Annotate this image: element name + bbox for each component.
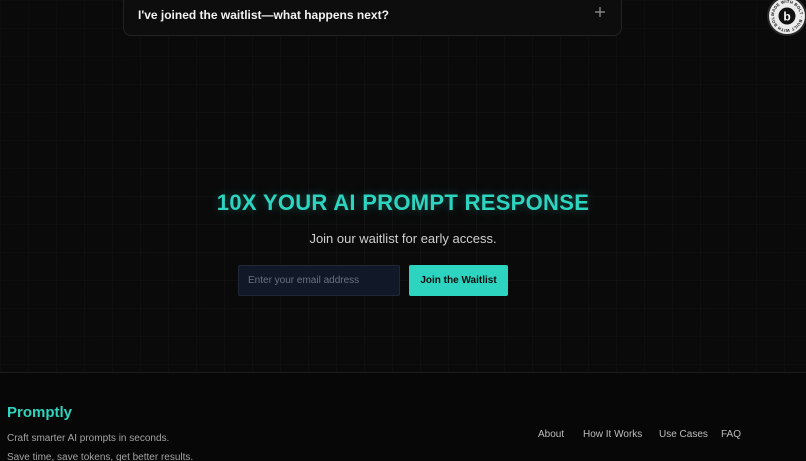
join-waitlist-button[interactable]: Join the Waitlist xyxy=(409,265,508,296)
plus-icon[interactable] xyxy=(593,5,607,19)
bolt-badge-icon: MADE WITH BOLT · BUILT WITH BOLT · b xyxy=(769,0,804,33)
footer-link-faq[interactable]: FAQ xyxy=(721,429,741,440)
footer-link-how-it-works[interactable]: How It Works xyxy=(583,429,642,440)
faq-item[interactable]: I've joined the waitlist—what happens ne… xyxy=(123,0,622,36)
bolt-badge[interactable]: MADE WITH BOLT · BUILT WITH BOLT · b xyxy=(767,0,806,36)
footer-link-use-cases[interactable]: Use Cases xyxy=(659,429,708,440)
email-input[interactable] xyxy=(238,265,400,296)
faq-question[interactable]: I've joined the waitlist—what happens ne… xyxy=(138,8,389,22)
hero-subhead: Join our waitlist for early access. xyxy=(309,231,497,246)
footer-link-about[interactable]: About xyxy=(538,429,564,440)
hero-vignette xyxy=(0,0,806,372)
waitlist-hero-section: I've joined the waitlist—what happens ne… xyxy=(0,0,806,372)
footer-nav: About How It Works Use Cases FAQ xyxy=(0,429,806,443)
badge-letter: b xyxy=(783,10,790,24)
hero-headline: 10X YOUR AI PROMPT RESPONSE xyxy=(216,190,590,215)
footer-brand[interactable]: Promptly xyxy=(7,404,72,421)
site-footer: Promptly Craft smarter AI prompts in sec… xyxy=(0,372,806,461)
footer-subline: Save time, save tokens, get better resul… xyxy=(7,452,194,461)
